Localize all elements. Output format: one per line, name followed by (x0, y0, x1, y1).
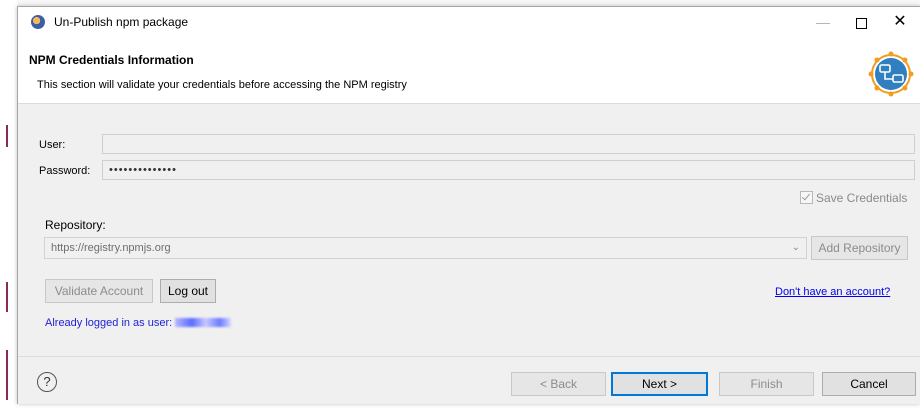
save-credentials-label: Save Credentials (816, 191, 908, 205)
back-button[interactable]: < Back (511, 372, 606, 396)
cancel-button[interactable]: Cancel (822, 372, 916, 396)
unpublish-dialog: Un-Publish npm package — ✕ NPM Credentia… (17, 6, 920, 404)
repository-value: https://registry.npmjs.org (51, 242, 171, 254)
password-field[interactable]: •••••••••••••• (102, 160, 915, 180)
repository-label: Repository: (45, 218, 106, 232)
window-title: Un-Publish npm package (54, 15, 189, 29)
chevron-down-icon: ⌄ (791, 242, 800, 253)
finish-button[interactable]: Finish (719, 372, 814, 396)
background-editor-bottom (0, 404, 920, 413)
save-credentials-checkbox[interactable]: Save Credentials (800, 191, 907, 205)
wizard-banner: NPM Credentials Information This section… (18, 37, 920, 104)
create-account-link[interactable]: Don't have an account? (775, 286, 890, 298)
next-button[interactable]: Next > (611, 372, 708, 396)
gutter-marker (6, 125, 8, 147)
password-label: Password: (39, 165, 91, 177)
title-bar: Un-Publish npm package — ✕ (18, 7, 920, 37)
redacted-username (175, 318, 232, 327)
validate-account-button[interactable]: Validate Account (45, 279, 153, 303)
help-icon[interactable]: ? (37, 372, 57, 392)
add-repository-button[interactable]: Add Repository (811, 236, 908, 260)
page-description: This section will validate your credenti… (37, 79, 407, 91)
login-status: Already logged in as user: (45, 317, 232, 329)
minimize-button[interactable]: — (810, 11, 836, 33)
maximize-button[interactable] (848, 11, 874, 33)
maximize-icon (855, 17, 867, 29)
repository-select[interactable]: https://registry.npmjs.org ⌄ (44, 237, 807, 259)
footer-divider (18, 356, 920, 357)
page-title: NPM Credentials Information (29, 53, 194, 67)
login-status-text: Already logged in as user: (45, 317, 173, 329)
close-button[interactable]: ✕ (887, 11, 913, 33)
logout-button[interactable]: Log out (160, 279, 216, 303)
checkbox-check-icon (800, 191, 813, 204)
user-field[interactable] (102, 134, 915, 154)
user-label: User: (39, 139, 66, 151)
npm-wizard-icon (868, 51, 914, 97)
background-editor-gutter (0, 0, 17, 413)
eclipse-app-icon (31, 15, 45, 29)
gutter-marker (6, 282, 8, 312)
gutter-marker (6, 350, 8, 400)
